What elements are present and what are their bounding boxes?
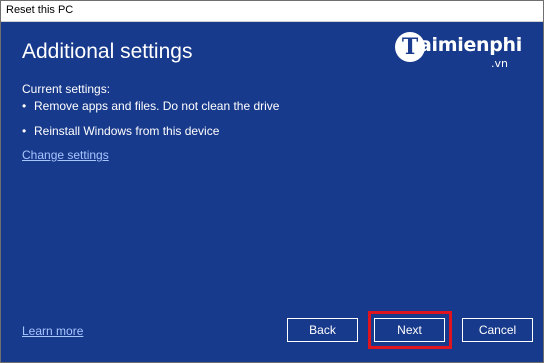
- logo-suffix: .vn: [491, 57, 508, 70]
- window-title: Reset this PC: [6, 4, 74, 16]
- current-settings-label: Current settings:: [22, 82, 111, 96]
- dialog-content: Additional settings T aimienphi .vn Curr…: [1, 22, 543, 362]
- page-title: Additional settings: [22, 40, 193, 63]
- bullet-icon: •: [22, 124, 27, 138]
- next-button[interactable]: Next: [374, 318, 445, 342]
- cancel-button[interactable]: Cancel: [462, 318, 533, 342]
- bullet-icon: •: [22, 99, 27, 113]
- title-bar: Reset this PC: [1, 1, 543, 22]
- learn-more-link[interactable]: Learn more: [22, 324, 83, 338]
- watermark-logo: T aimienphi .vn: [395, 32, 535, 76]
- logo-text: aimienphi: [419, 34, 522, 56]
- reset-pc-window: Reset this PC Additional settings T aimi…: [0, 0, 544, 363]
- back-button[interactable]: Back: [287, 318, 358, 342]
- list-item-text: Remove apps and files. Do not clean the …: [34, 99, 280, 113]
- change-settings-link[interactable]: Change settings: [22, 148, 109, 162]
- list-item-text: Reinstall Windows from this device: [34, 124, 220, 138]
